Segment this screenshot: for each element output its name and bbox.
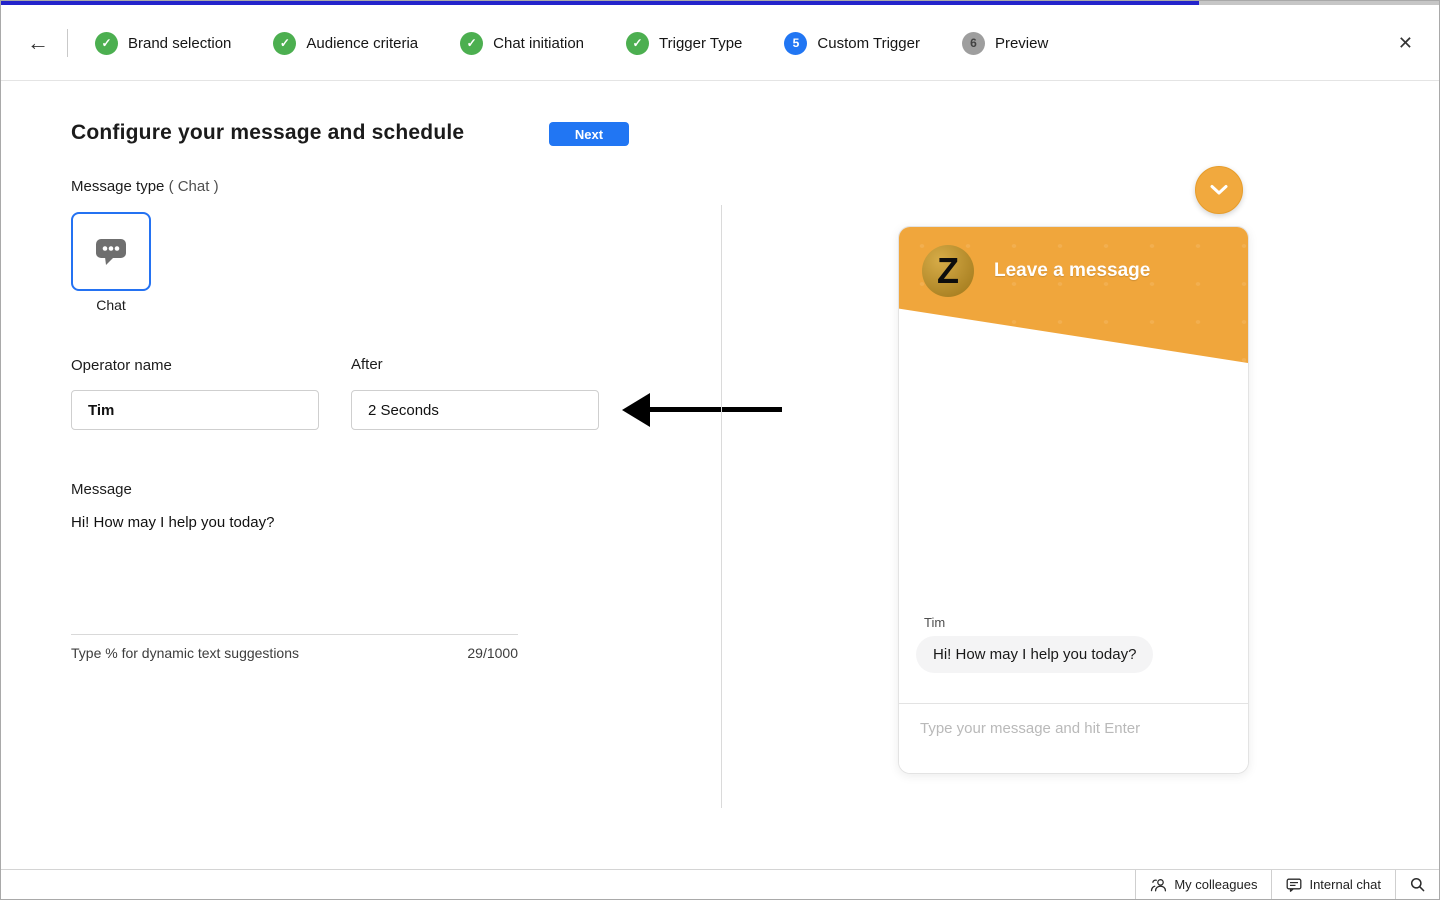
top-bar: ← ✓ Brand selection ✓ Audience criteria …	[1, 5, 1439, 81]
my-colleagues-label: My colleagues	[1174, 877, 1258, 892]
operator-name-text: Tim	[924, 615, 946, 630]
widget-input-placeholder: Type your message and hit Enter	[920, 720, 1141, 737]
back-button[interactable]: ←	[27, 31, 49, 55]
message-type-text: Message type	[71, 178, 165, 195]
chevron-down-icon	[1210, 185, 1228, 195]
chat-message-bubble: Hi! How may I help you today?	[916, 636, 1154, 673]
step-trigger-type[interactable]: ✓ Trigger Type	[626, 31, 743, 55]
close-icon[interactable]: ✕	[1398, 33, 1413, 54]
check-icon: ✓	[273, 31, 297, 55]
char-counter: 29/1000	[467, 645, 518, 661]
step-audience-criteria[interactable]: ✓ Audience criteria	[273, 31, 419, 55]
message-label: Message	[71, 481, 132, 498]
status-bar: My colleagues Internal chat	[1, 869, 1439, 899]
annotation-arrow-line	[645, 407, 782, 412]
check-icon: ✓	[626, 31, 650, 55]
center-divider	[721, 205, 722, 808]
message-type-value: ( Chat )	[168, 178, 219, 195]
step-number-badge: 6	[961, 31, 985, 55]
dynamic-text-hint: Type % for dynamic text suggestions	[71, 645, 299, 661]
message-textarea[interactable]: Hi! How may I help you today?	[71, 514, 511, 531]
check-icon: ✓	[460, 31, 484, 55]
step-preview[interactable]: 6 Preview	[961, 31, 1049, 55]
topbar-divider	[67, 29, 68, 57]
my-colleagues-button[interactable]: My colleagues	[1135, 870, 1271, 899]
widget-title: Leave a message	[994, 260, 1151, 281]
after-label: After	[351, 356, 383, 373]
message-divider	[71, 634, 518, 635]
status-bar-right: My colleagues Internal chat	[1135, 870, 1439, 899]
check-icon: ✓	[95, 31, 118, 55]
next-button[interactable]: Next	[549, 122, 629, 146]
step-label: Brand selection	[128, 34, 232, 52]
operator-name-label: Operator name	[71, 357, 172, 374]
widget-input-bar[interactable]: Type your message and hit Enter	[899, 703, 1248, 773]
widget-minimize-button[interactable]	[1195, 166, 1243, 214]
step-label: Preview	[994, 34, 1049, 52]
colleagues-icon	[1151, 878, 1167, 891]
step-label: Custom Trigger	[817, 34, 920, 52]
search-icon	[1410, 877, 1425, 892]
internal-chat-button[interactable]: Internal chat	[1271, 870, 1395, 899]
chat-bubble-icon	[96, 238, 126, 265]
internal-chat-label: Internal chat	[1309, 877, 1381, 892]
message-type-label: Message type ( Chat )	[71, 178, 219, 195]
page-title: Configure your message and schedule	[71, 121, 465, 144]
brand-avatar: Z	[922, 245, 974, 297]
after-delay-input[interactable]	[351, 390, 599, 430]
internal-chat-icon	[1287, 878, 1302, 892]
step-label: Audience criteria	[306, 34, 419, 52]
step-brand-selection[interactable]: ✓ Brand selection	[95, 31, 232, 55]
message-hint-row: Type % for dynamic text suggestions 29/1…	[71, 645, 518, 661]
app-window: ← ✓ Brand selection ✓ Audience criteria …	[0, 0, 1440, 900]
search-button[interactable]	[1395, 870, 1439, 899]
step-custom-trigger[interactable]: 5 Custom Trigger	[784, 31, 920, 55]
step-chat-initiation[interactable]: ✓ Chat initiation	[460, 31, 585, 55]
wizard-stepper: ✓ Brand selection ✓ Audience criteria ✓ …	[95, 5, 1048, 81]
chat-widget-preview: Z Leave a message Tim Hi! How may I help…	[898, 226, 1249, 774]
step-label: Chat initiation	[493, 34, 585, 52]
annotation-arrow-icon	[622, 393, 650, 427]
chat-card-label: Chat	[96, 297, 126, 313]
chat-type-card[interactable]	[71, 212, 151, 291]
operator-name-input[interactable]	[71, 390, 319, 430]
step-label: Trigger Type	[659, 34, 743, 52]
step-number-badge: 5	[784, 31, 808, 55]
